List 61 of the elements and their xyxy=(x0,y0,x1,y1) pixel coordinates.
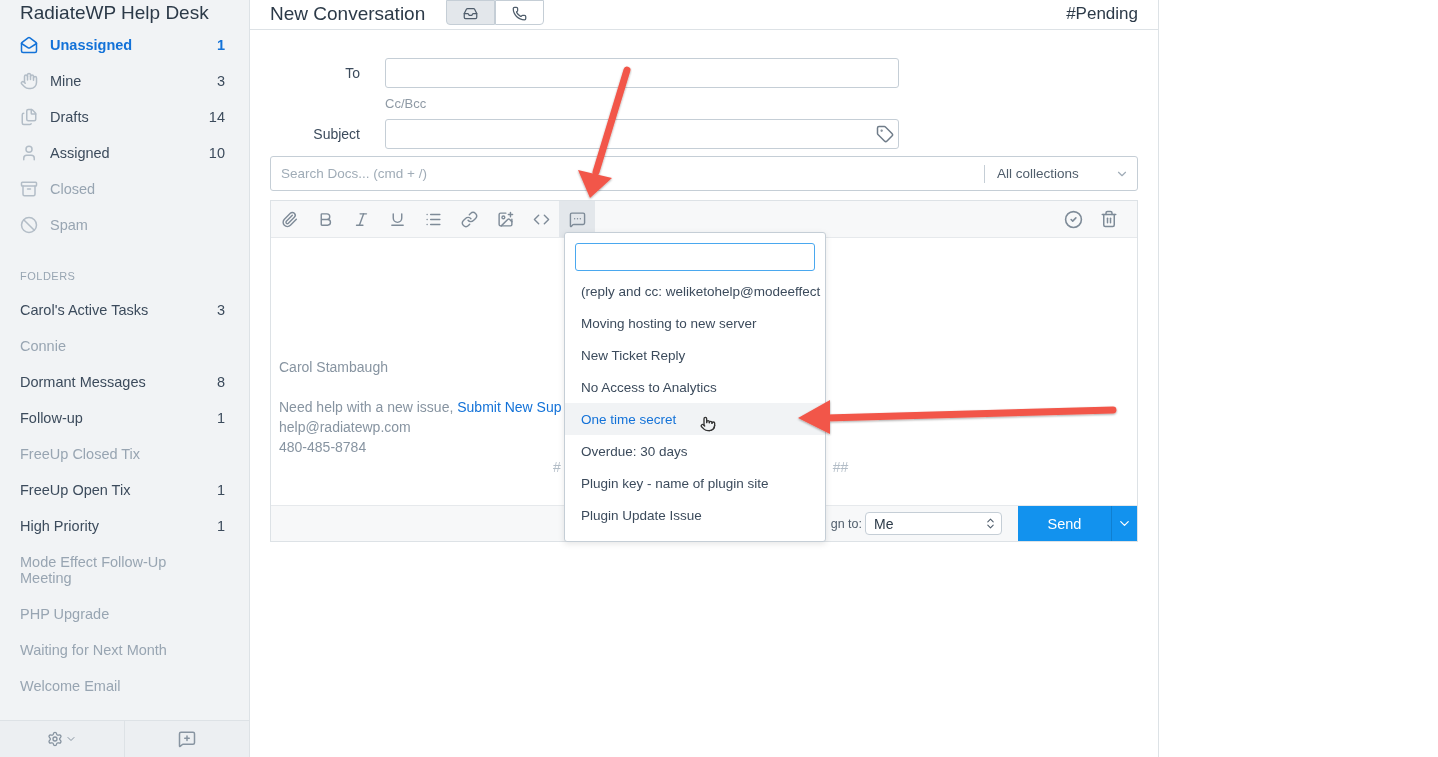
folder-item[interactable]: FreeUp Open Tix 1 xyxy=(0,472,249,508)
mailbox-item[interactable]: Unassigned 1 xyxy=(0,27,249,63)
field-label: To xyxy=(344,65,361,81)
submit-link[interactable]: Submit New Sup xyxy=(457,399,562,415)
page-title: New Conversation xyxy=(270,3,426,25)
hand-icon xyxy=(20,72,38,90)
saved-reply-item[interactable]: No Access to Analytics xyxy=(565,371,825,403)
saved-reply-item[interactable]: New Ticket Reply xyxy=(565,339,825,371)
folder-item[interactable]: Dormant Messages 8 xyxy=(0,364,249,400)
phone-icon xyxy=(512,6,528,21)
signature-email: help@radiatewp.com xyxy=(279,418,411,437)
mailbox-item[interactable]: Mine 3 xyxy=(0,63,249,99)
saved-reply-item[interactable]: Plugin Update Issue xyxy=(565,499,825,531)
link-icon xyxy=(460,210,478,228)
status-label: #Pending xyxy=(1066,3,1138,25)
underline-icon xyxy=(388,210,406,228)
reply-marker: ## xyxy=(832,458,849,477)
phone-button[interactable] xyxy=(495,0,545,25)
updown-icon xyxy=(984,517,997,530)
trash-icon xyxy=(1100,210,1118,228)
assign-label: gn to: xyxy=(830,516,862,531)
saved-reply-item[interactable]: Moving hosting to new server xyxy=(565,307,825,339)
image-icon xyxy=(496,210,514,228)
saved-reply-item[interactable]: Plugin key - name of plugin site xyxy=(565,467,825,499)
signature-phone: 480-485-8784 xyxy=(279,438,367,457)
folder-item[interactable]: Carol's Active Tasks 3 xyxy=(0,292,249,328)
field-label: Subject xyxy=(312,126,361,142)
attach-icon xyxy=(280,210,298,228)
inbox-icon xyxy=(20,36,38,54)
signature-name: Carol Stambaugh xyxy=(279,358,388,377)
settings-menu-button[interactable] xyxy=(0,721,125,757)
user-icon xyxy=(20,144,38,162)
collection-select[interactable]: All collections xyxy=(984,164,1137,183)
check-circle-icon xyxy=(1063,209,1083,229)
folder-item[interactable]: High Priority 1 xyxy=(0,508,249,544)
signature-text: Need help with a new issue, xyxy=(279,399,455,415)
mailbox-item[interactable]: Assigned 10 xyxy=(0,135,249,171)
chat-plus-icon xyxy=(178,730,196,748)
saved-replies-search-field[interactable] xyxy=(575,243,815,271)
folder-item[interactable]: Follow-up 1 xyxy=(0,400,249,436)
reply-marker: # xyxy=(553,458,561,477)
saved-reply-item[interactable]: (reply and cc: weliketohelp@modeeffect xyxy=(565,275,825,307)
settings-icon xyxy=(47,731,63,747)
app-title: RadiateWP Help Desk xyxy=(19,2,210,25)
chat-icon xyxy=(568,210,586,228)
saved-replies-button[interactable] xyxy=(559,201,595,237)
inbox-icon xyxy=(463,6,479,21)
send-options-button[interactable] xyxy=(1111,506,1137,541)
hand-cursor-icon xyxy=(700,416,716,432)
section-heading: FOLDERS xyxy=(19,270,77,282)
ban-icon xyxy=(20,216,38,234)
drafts-icon xyxy=(20,108,38,126)
subject-field[interactable] xyxy=(385,119,899,149)
tag-icon[interactable] xyxy=(876,125,894,143)
new-conversation-button[interactable] xyxy=(125,721,249,757)
saved-reply-item[interactable]: Overdue: 30 days xyxy=(565,435,825,467)
archive-icon xyxy=(20,180,38,198)
mailbox-item[interactable]: Drafts 14 xyxy=(0,99,249,135)
to-field[interactable] xyxy=(385,58,899,88)
email-button[interactable] xyxy=(446,0,496,25)
assign-select[interactable]: Me xyxy=(865,512,1002,535)
